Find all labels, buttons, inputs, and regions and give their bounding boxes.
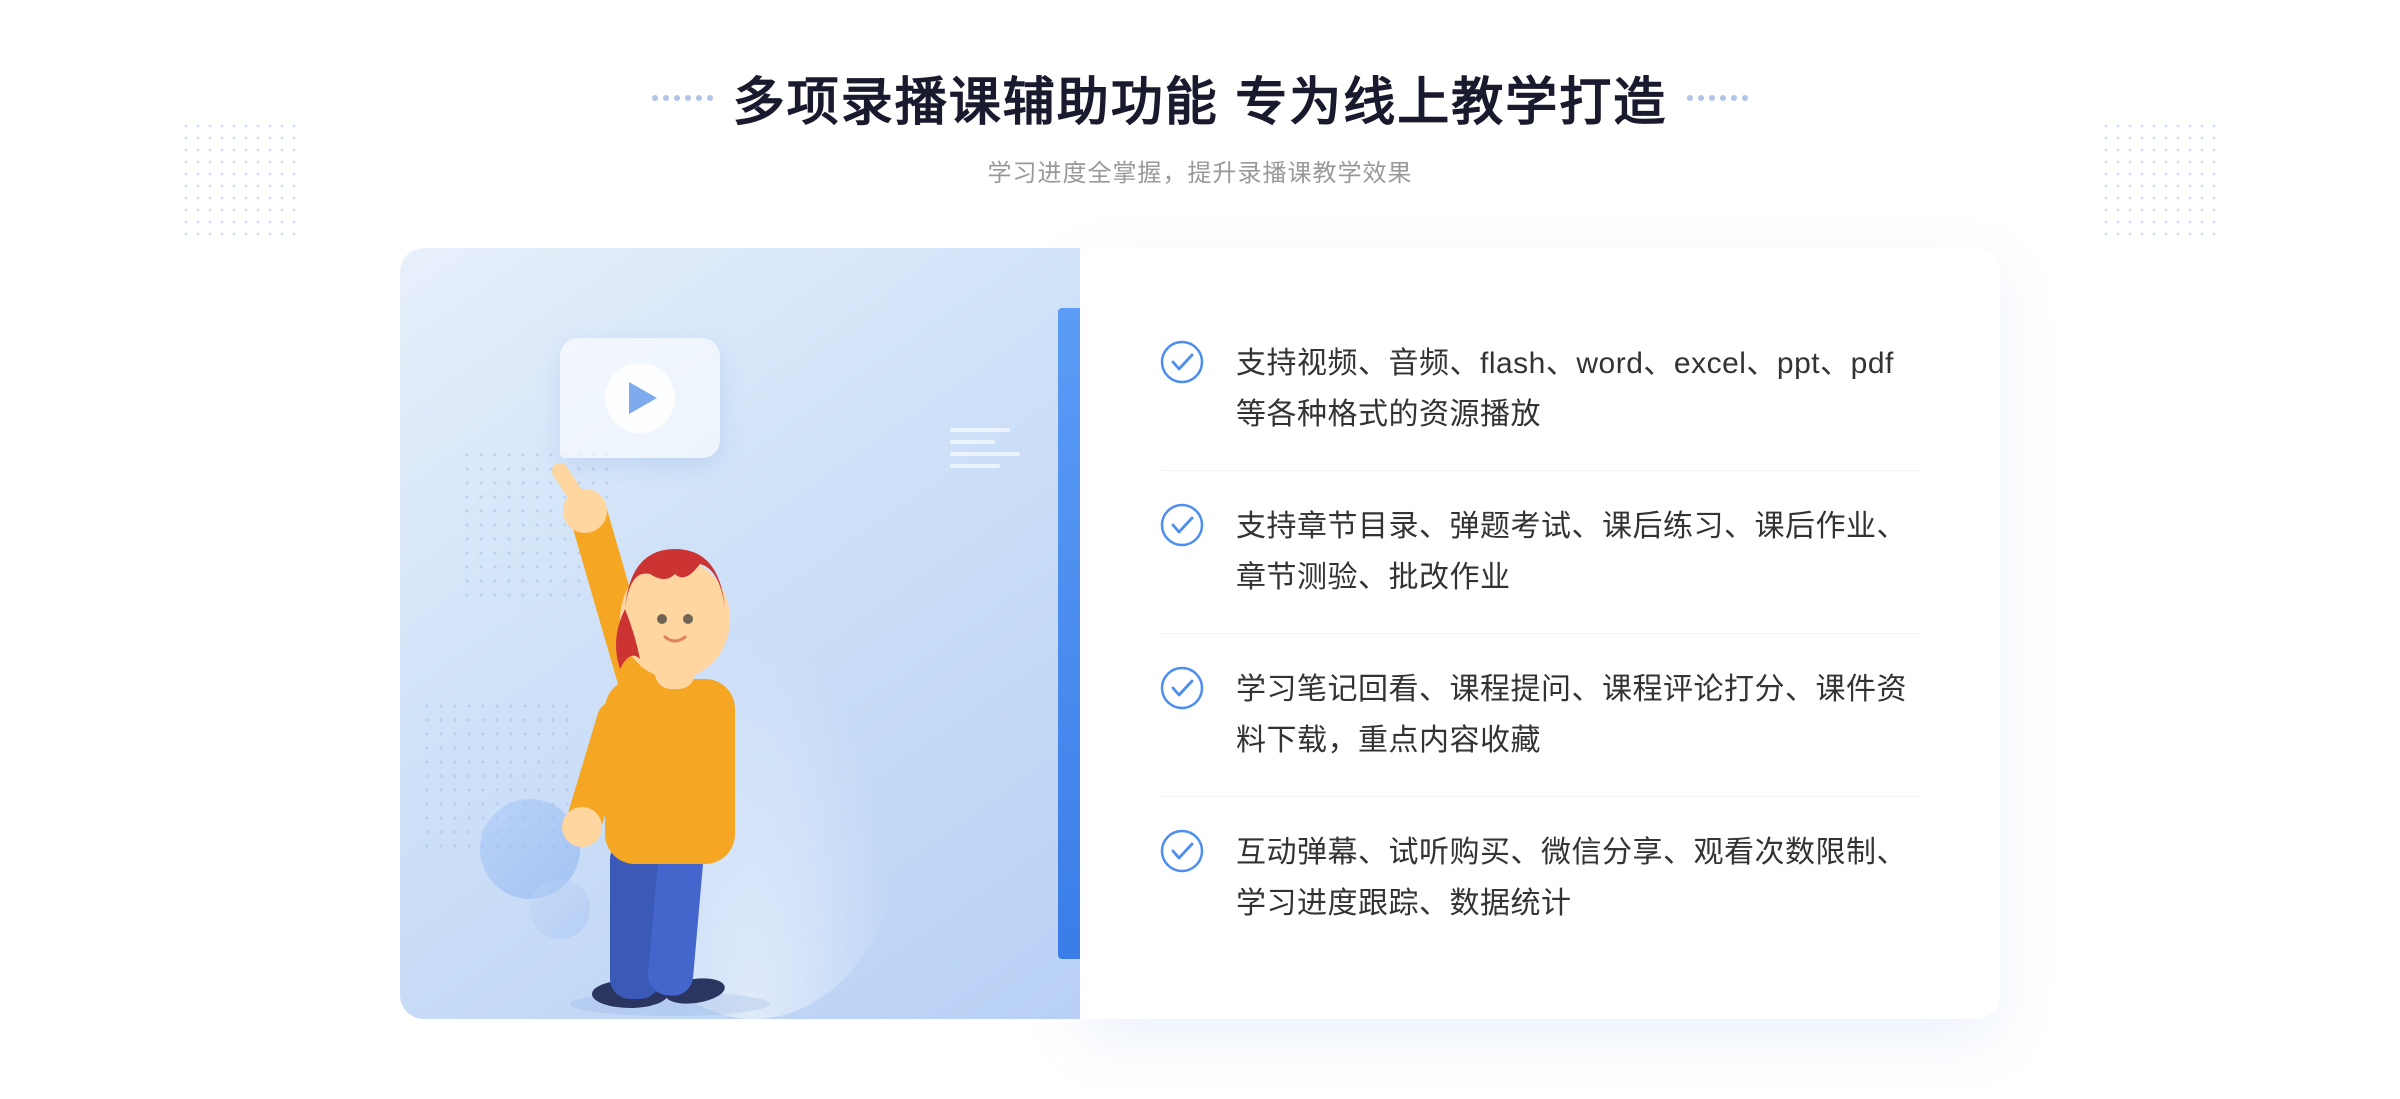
feature-item-4: 互动弹幕、试听购买、微信分享、观看次数限制、学习进度跟踪、数据统计 xyxy=(1160,797,1920,959)
illustration-panel xyxy=(400,248,1080,1019)
person-illustration xyxy=(500,419,840,1019)
page-subtitle: 学习进度全掌握，提升录播课教学效果 xyxy=(988,153,1413,188)
title-decorator-right xyxy=(1687,95,1748,101)
page-title: 多项录播课辅助功能 专为线上教学打造 xyxy=(733,60,1667,135)
feature-item-2: 支持章节目录、弹题考试、课后练习、课后作业、章节测验、批改作业 xyxy=(1160,471,1920,634)
line-deco-2 xyxy=(950,440,995,444)
check-icon-3 xyxy=(1160,666,1204,710)
feature-text-3: 学习笔记回看、课程提问、课程评论打分、课件资料下载，重点内容收藏 xyxy=(1236,664,1920,766)
line-deco-3 xyxy=(950,452,1020,456)
content-area: » xyxy=(400,248,2000,1019)
check-icon-2 xyxy=(1160,503,1204,547)
line-deco-1 xyxy=(950,428,1010,432)
page-container: 多项录播课辅助功能 专为线上教学打造 学习进度全掌握，提升录播课教学效果 » xyxy=(0,0,2400,1099)
line-deco-4 xyxy=(950,464,1000,468)
feature-item-1: 支持视频、音频、flash、word、excel、ppt、pdf等各种格式的资源… xyxy=(1160,308,1920,471)
features-panel: 支持视频、音频、flash、word、excel、ppt、pdf等各种格式的资源… xyxy=(1080,248,2000,1019)
check-icon-1 xyxy=(1160,340,1204,384)
feature-text-4: 互动弹幕、试听购买、微信分享、观看次数限制、学习进度跟踪、数据统计 xyxy=(1236,827,1920,929)
title-row: 多项录播课辅助功能 专为线上教学打造 xyxy=(652,60,1748,135)
blue-accent-bar xyxy=(1058,308,1080,959)
feature-item-3: 学习笔记回看、课程提问、课程评论打分、课件资料下载，重点内容收藏 xyxy=(1160,634,1920,797)
feature-text-2: 支持章节目录、弹题考试、课后练习、课后作业、章节测验、批改作业 xyxy=(1236,501,1920,603)
play-triangle-icon xyxy=(629,382,657,414)
feature-text-1: 支持视频、音频、flash、word、excel、ppt、pdf等各种格式的资源… xyxy=(1236,338,1920,440)
check-icon-4 xyxy=(1160,829,1204,873)
lines-decoration xyxy=(950,428,1020,468)
header-section: 多项录播课辅助功能 专为线上教学打造 学习进度全掌握，提升录播课教学效果 xyxy=(0,60,2400,188)
title-decorator-left xyxy=(652,95,713,101)
